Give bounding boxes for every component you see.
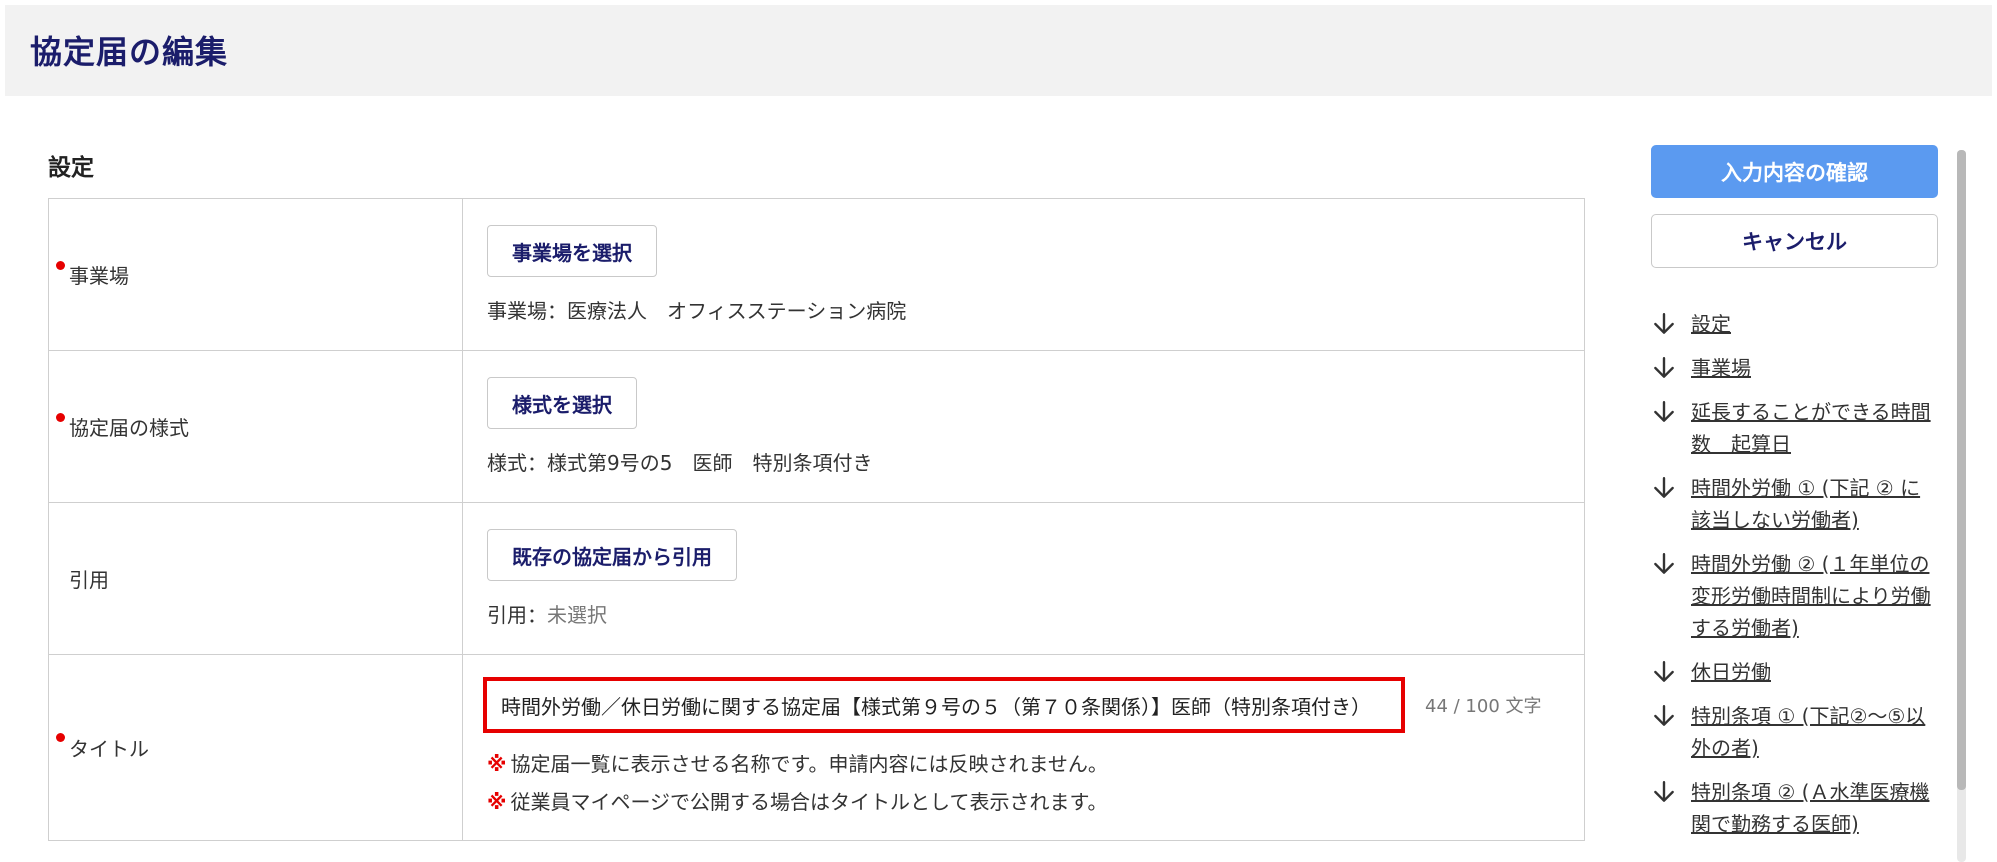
citation-value: 引用：未選択 [487, 599, 607, 628]
anchor-item[interactable]: 延長することができる時間数 起算日 [1651, 396, 1931, 460]
arrow-down-icon [1654, 661, 1674, 682]
anchor-item[interactable]: 時間外労働 ② (１年単位の変形労働時間制により労働する労働者) [1651, 548, 1931, 644]
row-office: 事業場 事業場を選択 事業場：医療法人 オフィスステーション病院 [49, 199, 1584, 351]
format-value: 様式：様式第9号の5 医師 特別条項付き [487, 447, 872, 476]
title-label-cell: タイトル [49, 655, 463, 840]
arrow-down-icon [1654, 705, 1674, 726]
arrow-down-icon [1654, 553, 1674, 574]
cancel-button[interactable]: キャンセル [1651, 214, 1938, 268]
office-value-label: 事業場： [487, 299, 567, 323]
anchor-item[interactable]: 事業場 [1651, 352, 1931, 384]
arrow-down-icon [1654, 401, 1674, 422]
arrow-down-icon [1654, 357, 1674, 378]
scrollbar-thumb[interactable] [1957, 150, 1966, 790]
required-marker [56, 413, 65, 422]
arrow-down-icon [1654, 781, 1674, 802]
anchor-link[interactable]: 休日労働 [1691, 656, 1931, 688]
title-content-cell: 44 / 100 文字 ※協定届一覧に表示させる名称です。申請内容には反映されま… [463, 655, 1584, 840]
format-value-text: 様式第9号の5 医師 特別条項付き [547, 451, 873, 475]
citation-label: 引用 [69, 568, 109, 592]
confirm-input-button[interactable]: 入力内容の確認 [1651, 145, 1938, 198]
anchor-item[interactable]: 設定 [1651, 308, 1931, 340]
citation-label-cell: 引用 [49, 503, 463, 654]
citation-content-cell: 既存の協定届から引用 引用：未選択 [463, 503, 1584, 654]
anchor-item[interactable]: 休日労働 [1651, 656, 1931, 688]
settings-table: 事業場 事業場を選択 事業場：医療法人 オフィスステーション病院 協定届の様式 … [48, 198, 1585, 841]
row-format: 協定届の様式 様式を選択 様式：様式第9号の5 医師 特別条項付き [49, 351, 1584, 503]
anchor-link[interactable]: 特別条項 ② (Ａ水準医療機関で勤務する医師) [1691, 776, 1931, 840]
citation-value-label: 引用： [487, 603, 547, 627]
anchor-link[interactable]: 特別条項 ① (下記②～⑤以外の者) [1691, 700, 1931, 764]
anchor-item[interactable]: 特別条項 ② (Ａ水準医療機関で勤務する医師) [1651, 776, 1931, 840]
select-office-button[interactable]: 事業場を選択 [487, 225, 657, 277]
anchor-link[interactable]: 時間外労働 ② (１年単位の変形労働時間制により労働する労働者) [1691, 548, 1931, 644]
anchor-link[interactable]: 事業場 [1691, 352, 1931, 384]
anchor-item[interactable]: 特別条項 ① (下記②～⑤以外の者) [1651, 700, 1931, 764]
row-title: タイトル 44 / 100 文字 ※協定届一覧に表示させる名称です。申請内容には… [49, 655, 1584, 840]
title-note-2: ※ 従業員マイページで公開する場合はタイトルとして表示されます。 [487, 786, 1107, 815]
select-format-button[interactable]: 様式を選択 [487, 377, 637, 429]
anchor-link[interactable]: 設定 [1691, 308, 1931, 340]
page-header: 協定届の編集 [5, 5, 1992, 96]
title-note-2-text: 従業員マイページで公開する場合はタイトルとして表示されます。 [510, 790, 1108, 814]
page-title: 協定届の編集 [30, 33, 229, 71]
title-note-1-text: 協定届一覧に表示させる名称です。申請内容には反映されません。 [510, 752, 1108, 776]
cite-existing-button[interactable]: 既存の協定届から引用 [487, 529, 737, 581]
anchor-link[interactable]: 時間外労働 ① (下記 ② に該当しない労働者) [1691, 472, 1931, 536]
office-content-cell: 事業場を選択 事業場：医療法人 オフィスステーション病院 [463, 199, 1584, 350]
scrollbar[interactable] [1957, 150, 1966, 862]
anchor-nav: 設定事業場延長することができる時間数 起算日 時間外労働 ① (下記 ② に該当し… [1651, 308, 1931, 852]
required-marker [56, 261, 65, 270]
row-citation: 引用 既存の協定届から引用 引用：未選択 [49, 503, 1584, 655]
anchor-item[interactable]: 時間外労働 ① (下記 ② に該当しない労働者) [1651, 472, 1931, 536]
format-label-cell: 協定届の様式 [49, 351, 463, 502]
note-mark: ※ [487, 752, 507, 776]
section-title: 設定 [48, 155, 94, 181]
required-marker [56, 733, 65, 742]
office-value-text: 医療法人 オフィスステーション病院 [567, 299, 907, 323]
office-label-cell: 事業場 [49, 199, 463, 350]
arrow-down-icon [1654, 477, 1674, 498]
office-value: 事業場：医療法人 オフィスステーション病院 [487, 295, 906, 324]
format-content-cell: 様式を選択 様式：様式第9号の5 医師 特別条項付き [463, 351, 1584, 502]
format-label: 協定届の様式 [69, 416, 189, 440]
arrow-down-icon [1654, 313, 1674, 334]
note-mark: ※ [487, 790, 507, 814]
char-count: 44 / 100 文字 [1425, 696, 1542, 717]
citation-value-text: 未選択 [547, 603, 607, 627]
anchor-link[interactable]: 延長することができる時間数 起算日 [1691, 396, 1931, 460]
office-label: 事業場 [69, 264, 129, 288]
title-label: タイトル [69, 737, 149, 761]
title-note-1: ※ 協定届一覧に表示させる名称です。申請内容には反映されません。 [487, 748, 1108, 777]
title-input[interactable] [483, 677, 1405, 733]
format-value-label: 様式： [487, 451, 547, 475]
